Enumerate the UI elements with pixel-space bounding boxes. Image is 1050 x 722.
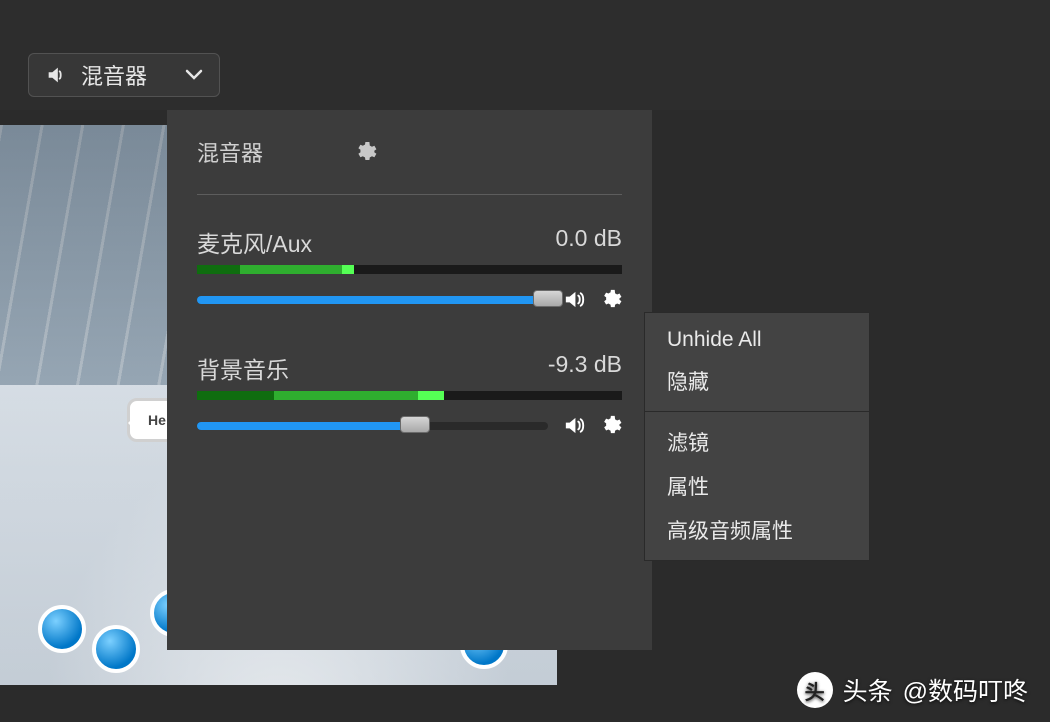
mute-button[interactable]: [562, 414, 585, 437]
mixer-header: 混音器: [197, 136, 622, 194]
level-meter: [197, 391, 622, 400]
speaker-icon: [45, 64, 67, 86]
menu-item-filters[interactable]: 滤镜: [645, 420, 869, 464]
channel-name: 麦克风/Aux: [197, 225, 312, 259]
volume-slider[interactable]: [197, 296, 548, 304]
mute-button[interactable]: [562, 288, 585, 311]
watermark-prefix: 头条: [843, 672, 893, 708]
divider: [197, 194, 622, 195]
level-meter: [197, 265, 622, 274]
menu-item-hide[interactable]: 隐藏: [645, 359, 869, 403]
menu-item-advanced[interactable]: 高级音频属性: [645, 508, 869, 552]
volume-slider[interactable]: [197, 422, 548, 430]
mixer-panel: 混音器 麦克风/Aux 0.0 dB: [167, 110, 652, 650]
toutiao-logo-icon: 头: [797, 672, 833, 708]
chevron-down-icon: [185, 69, 203, 81]
channel-settings-button[interactable]: [599, 414, 622, 437]
channel-settings-button[interactable]: [599, 288, 622, 311]
menu-separator: [645, 411, 869, 412]
channel-name: 背景音乐: [197, 351, 289, 385]
mixer-settings-button[interactable]: [353, 140, 377, 164]
mixer-title: 混音器: [197, 136, 263, 168]
menu-item-properties[interactable]: 属性: [645, 464, 869, 508]
mixer-channel: 背景音乐 -9.3 dB: [197, 351, 622, 437]
mixer-channel: 麦克风/Aux 0.0 dB: [197, 225, 622, 311]
dropdown-label: 混音器: [81, 59, 147, 91]
watermark: 头 头条 @数码叮咚: [797, 672, 1028, 708]
menu-item-unhide-all[interactable]: Unhide All: [645, 321, 869, 359]
context-menu: Unhide All 隐藏 滤镜 属性 高级音频属性: [644, 312, 870, 561]
watermark-account: @数码叮咚: [903, 672, 1028, 708]
mixer-dropdown[interactable]: 混音器: [28, 53, 220, 97]
channel-db: -9.3 dB: [548, 351, 622, 385]
channel-db: 0.0 dB: [556, 225, 623, 259]
